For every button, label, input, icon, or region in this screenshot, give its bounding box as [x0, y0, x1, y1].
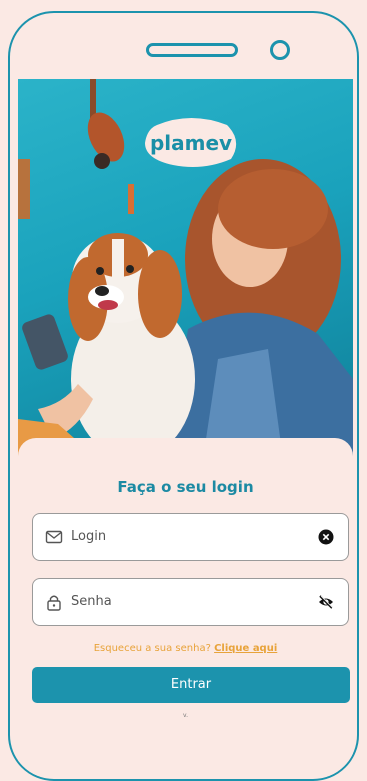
- brand-logo-text: plamev: [149, 131, 233, 155]
- app-version: v.: [183, 712, 188, 719]
- forgot-password-link[interactable]: Clique aqui: [214, 643, 277, 654]
- lock-icon: [47, 595, 61, 611]
- clear-icon[interactable]: [318, 529, 334, 545]
- login-placeholder: Login: [71, 529, 107, 544]
- login-field[interactable]: Login: [32, 513, 349, 561]
- eye-off-icon[interactable]: [318, 594, 334, 610]
- phone-speaker: [146, 43, 238, 57]
- login-card: Faça o seu login Login Senha Esqueceu a …: [18, 438, 353, 778]
- phone-frame: plamev Faça o seu login Login Senha Esqu…: [8, 11, 359, 781]
- phone-camera: [270, 40, 290, 60]
- hero-image: plamev: [18, 79, 353, 459]
- forgot-password: Esqueceu a sua senha? Clique aqui: [18, 643, 353, 654]
- mail-icon: [45, 530, 63, 544]
- brand-logo: plamev: [143, 117, 239, 175]
- password-placeholder: Senha: [71, 594, 112, 609]
- forgot-password-text: Esqueceu a sua senha?: [93, 643, 211, 654]
- login-title: Faça o seu login: [117, 478, 254, 496]
- password-field[interactable]: Senha: [32, 578, 349, 626]
- submit-button[interactable]: Entrar: [32, 667, 350, 703]
